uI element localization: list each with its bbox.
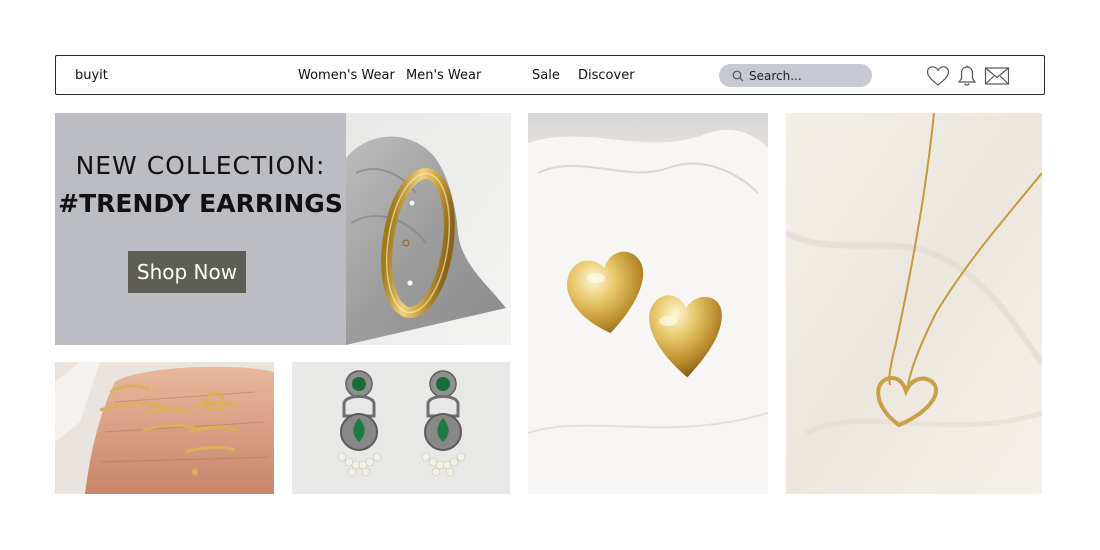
green-earrings-card[interactable]	[292, 362, 510, 494]
heart-icon[interactable]	[926, 65, 950, 87]
promo-subtitle: #TRENDY EARRINGS	[58, 189, 343, 218]
nav-link-mens-wear[interactable]: Men's Wear	[406, 68, 481, 83]
nav-link-discover[interactable]: Discover	[578, 68, 635, 83]
promo-title: NEW COLLECTION:	[75, 151, 326, 180]
green-stone-earrings-photo	[292, 362, 510, 494]
heart-necklace-card[interactable]	[786, 113, 1042, 494]
nav-link-womens-wear[interactable]: Women's Wear	[298, 68, 395, 83]
nav-link-sale[interactable]: Sale	[532, 68, 560, 83]
rings-card[interactable]	[55, 362, 274, 494]
search-bar[interactable]	[719, 64, 872, 87]
promo-banner: NEW COLLECTION: #TRENDY EARRINGS Shop No…	[55, 113, 511, 345]
search-input[interactable]	[749, 68, 859, 83]
brand-logo[interactable]: buyit	[75, 68, 108, 83]
gold-rings-on-hand-photo	[55, 362, 274, 494]
mail-icon[interactable]	[984, 65, 1010, 87]
top-navbar: buyit Women's Wear Men's Wear Sale Disco…	[55, 55, 1045, 95]
search-icon	[732, 70, 744, 81]
gold-heart-necklace-photo	[786, 113, 1042, 494]
heart-earrings-card[interactable]	[528, 113, 768, 494]
shop-now-button[interactable]: Shop Now	[128, 251, 246, 293]
promo-panel: NEW COLLECTION: #TRENDY EARRINGS Shop No…	[55, 113, 346, 345]
bell-icon[interactable]	[957, 65, 977, 87]
gold-heart-earrings-photo	[528, 113, 768, 494]
gold-bangle-photo[interactable]	[346, 113, 511, 345]
